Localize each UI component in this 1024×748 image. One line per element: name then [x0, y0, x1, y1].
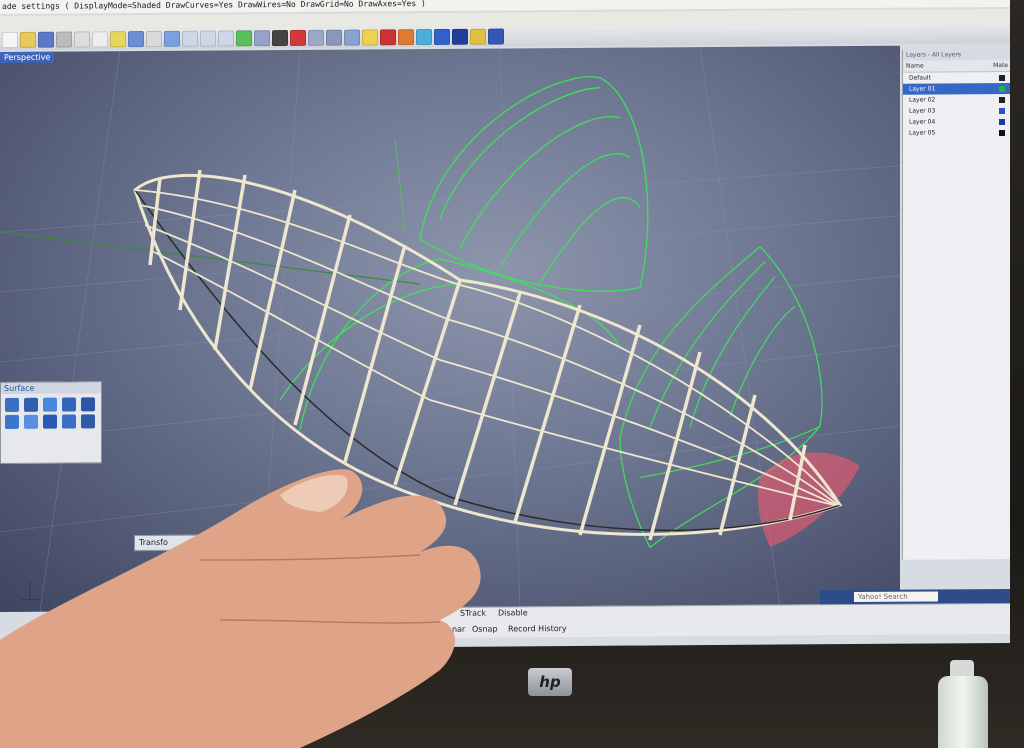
hand — [0, 469, 481, 748]
photo-scene: ade settings ( DisplayMode=Shaded DrawCu… — [0, 0, 1024, 748]
foreground-objects — [0, 169, 843, 748]
balsa-wing-rib-model — [133, 169, 843, 541]
